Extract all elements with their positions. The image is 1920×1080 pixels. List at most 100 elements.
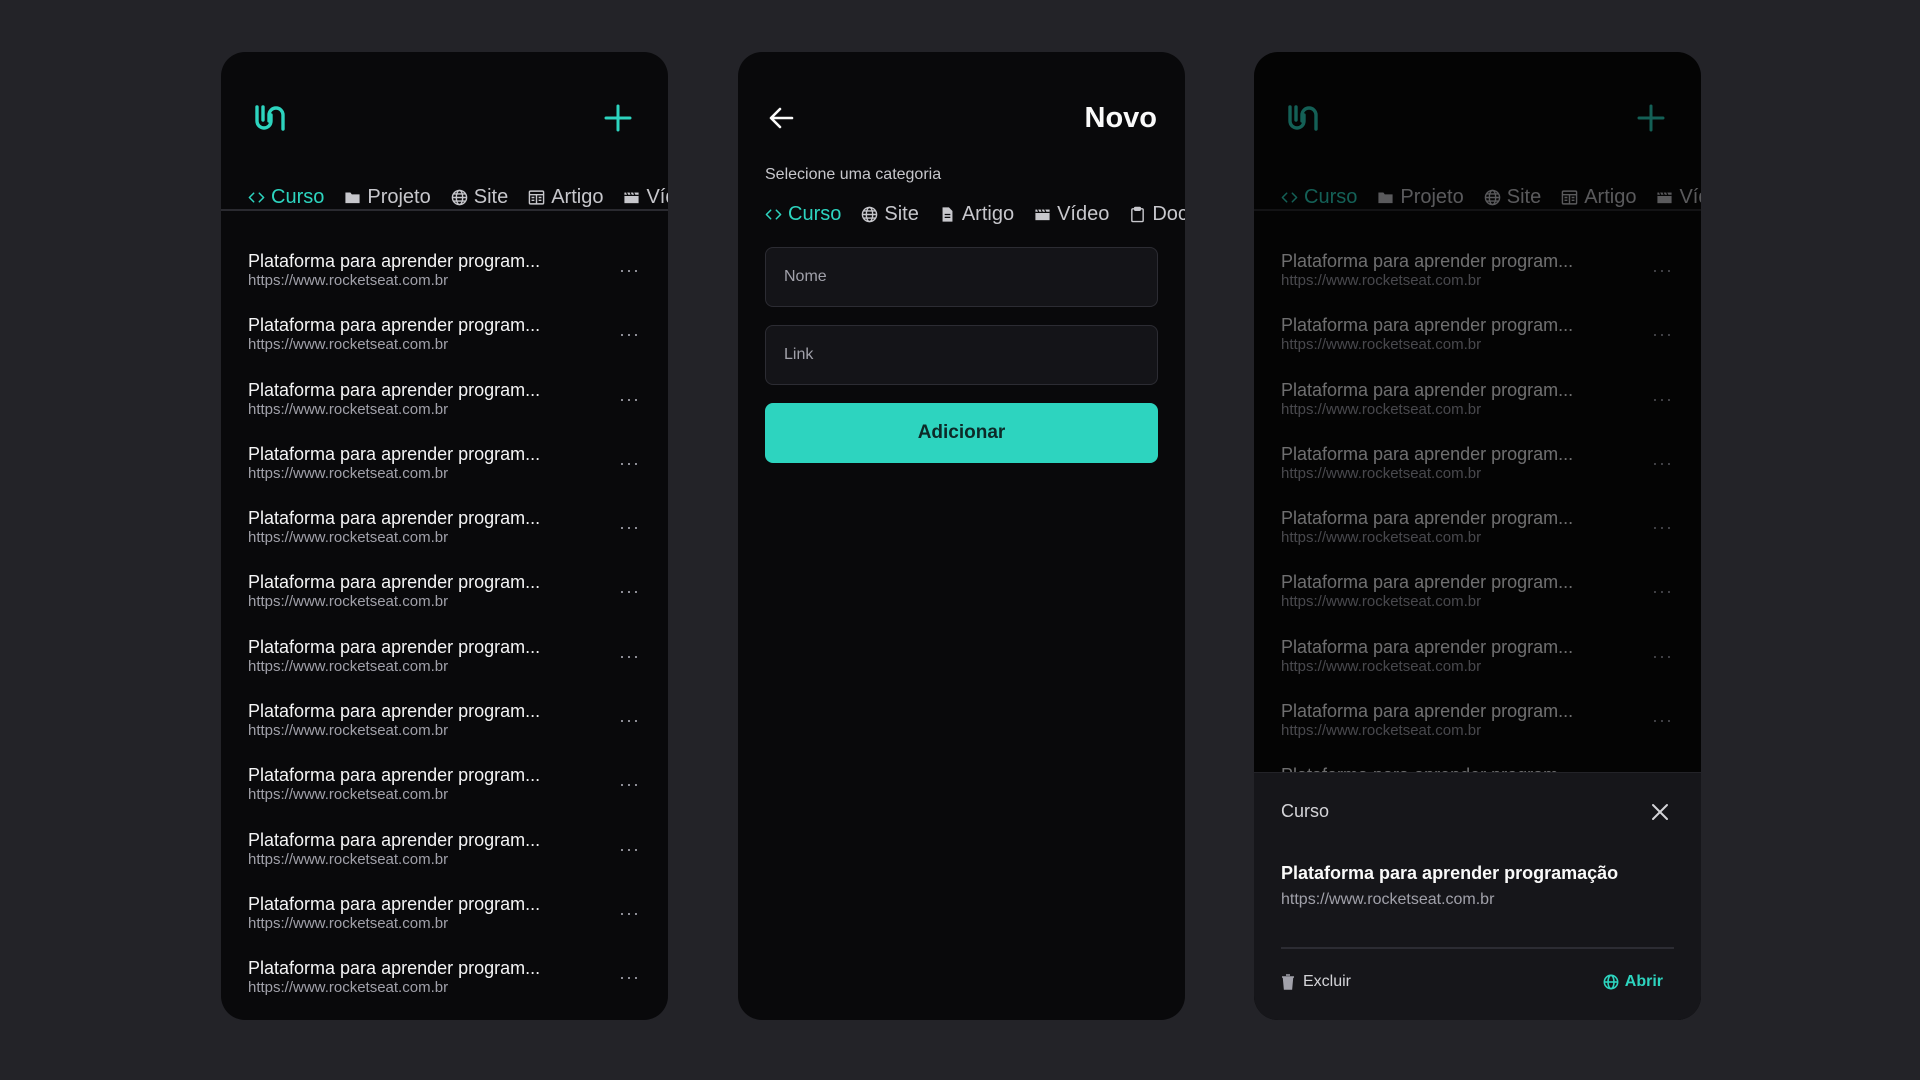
category-tab-curso[interactable]: Curso: [248, 186, 324, 209]
category-tabs: Curso Projeto Site Artigo Vídeo: [1281, 172, 1701, 222]
list-item[interactable]: Plataforma para aprender program...https…: [1254, 306, 1701, 370]
add-button[interactable]: Adicionar: [765, 403, 1158, 463]
back-arrow-icon[interactable]: [766, 102, 798, 134]
more-options-icon[interactable]: ···: [1652, 324, 1673, 345]
list-item[interactable]: Plataforma para aprender program...https…: [221, 371, 668, 435]
logo-icon: [252, 100, 288, 136]
more-options-icon[interactable]: ···: [619, 903, 640, 924]
list-item[interactable]: Plataforma para aprender program...https…: [1254, 563, 1701, 627]
code-icon: [765, 206, 782, 223]
list-item[interactable]: Plataforma para aprender program...https…: [1254, 242, 1701, 306]
list-item[interactable]: Plataforma para aprender program...https…: [221, 435, 668, 499]
globe-icon: [861, 206, 878, 223]
list-item[interactable]: Plataforma para aprender program...https…: [1254, 628, 1701, 692]
sheet-url: https://www.rocketseat.com.br: [1281, 891, 1495, 908]
list-item[interactable]: Plataforma para aprender program...https…: [1254, 435, 1701, 499]
category-tab-video[interactable]: Vídeo: [623, 186, 668, 209]
more-options-icon[interactable]: ···: [619, 581, 640, 602]
list-item[interactable]: Plataforma para aprender program...https…: [221, 885, 668, 949]
more-options-icon[interactable]: ···: [1652, 581, 1673, 602]
list-item[interactable]: Plataforma para aprender program...https…: [221, 306, 668, 370]
trash-icon: [1282, 974, 1294, 990]
header-divider: [1254, 209, 1701, 211]
code-icon: [1281, 189, 1298, 206]
globe-icon: [1603, 974, 1619, 990]
list-item[interactable]: Plataforma para aprender program...https…: [221, 949, 668, 1013]
more-options-icon[interactable]: ···: [619, 324, 640, 345]
folder-icon: [1377, 189, 1394, 206]
list-item[interactable]: Plataforma para aprender program...https…: [221, 499, 668, 563]
more-options-icon[interactable]: ···: [619, 453, 640, 474]
category-tab-site[interactable]: Site: [1484, 186, 1541, 209]
add-link-button[interactable]: [1633, 100, 1669, 136]
more-options-icon[interactable]: ···: [1652, 710, 1673, 731]
header-divider: [221, 209, 668, 211]
folder-icon: [344, 189, 361, 206]
more-options-icon[interactable]: ···: [619, 774, 640, 795]
page-title: Novo: [1084, 102, 1158, 134]
logo-icon: [1285, 100, 1321, 136]
links-list-screen: Curso Projeto Site Artigo Vídeo Platafor…: [221, 52, 668, 1020]
category-tab-projeto[interactable]: Projeto: [344, 186, 431, 209]
clapper-icon: [623, 189, 640, 206]
category-tab-artigo[interactable]: Artigo: [1561, 186, 1636, 209]
link-details-sheet: Curso Plataforma para aprender programaç…: [1254, 772, 1701, 1020]
category-option-site[interactable]: Site: [861, 203, 919, 226]
app-header: [1254, 52, 1701, 162]
more-options-icon[interactable]: ···: [619, 389, 640, 410]
more-options-icon[interactable]: ···: [619, 839, 640, 860]
sheet-category: Curso: [1281, 801, 1330, 821]
more-options-icon[interactable]: ···: [619, 710, 640, 731]
sheet-title: Plataforma para aprender programação: [1281, 863, 1619, 883]
more-options-icon[interactable]: ···: [1652, 646, 1673, 667]
category-tabs: Curso Projeto Site Artigo Vídeo: [248, 172, 668, 222]
globe-icon: [1484, 189, 1501, 206]
add-link-button[interactable]: [600, 100, 636, 136]
more-options-icon[interactable]: ···: [1652, 389, 1673, 410]
globe-icon: [451, 189, 468, 206]
category-tab-site[interactable]: Site: [451, 186, 508, 209]
category-tab-artigo[interactable]: Artigo: [528, 186, 603, 209]
more-options-icon[interactable]: ···: [619, 517, 640, 538]
more-options-icon[interactable]: ···: [1652, 453, 1673, 474]
list-item[interactable]: Plataforma para aprender program...https…: [1254, 499, 1701, 563]
category-select-label: Selecione uma categoria: [765, 166, 942, 183]
list-item[interactable]: Plataforma para aprender program...https…: [221, 242, 668, 306]
open-button[interactable]: Abrir: [1603, 973, 1663, 991]
clapper-icon: [1656, 189, 1673, 206]
code-icon: [248, 189, 265, 206]
list-item[interactable]: Plataforma para aprender program...https…: [221, 821, 668, 885]
app-header: [221, 52, 668, 162]
category-option-curso[interactable]: Curso: [765, 203, 841, 226]
category-option-documentacao[interactable]: Documentação: [1129, 203, 1185, 226]
category-option-artigo[interactable]: Artigo: [939, 203, 1014, 226]
delete-button[interactable]: Excluir: [1281, 973, 1351, 991]
more-options-icon[interactable]: ···: [1652, 517, 1673, 538]
clipboard-icon: [1129, 206, 1146, 223]
category-tab-video[interactable]: Vídeo: [1656, 186, 1701, 209]
category-option-video[interactable]: Vídeo: [1034, 203, 1109, 226]
more-options-icon[interactable]: ···: [619, 967, 640, 988]
links-list: Plataforma para aprender program... https…: [221, 242, 668, 1020]
newspaper-icon: [528, 189, 545, 206]
list-item[interactable]: Plataforma para aprender program...https…: [221, 756, 668, 820]
list-item[interactable]: Plataforma para aprender program...https…: [221, 692, 668, 756]
category-selector: Curso Site Artigo Vídeo Documentação: [765, 194, 1185, 234]
link-details-screen: Curso Projeto Site Artigo Vídeo Platafor…: [1254, 52, 1701, 1020]
link-input[interactable]: [765, 325, 1158, 385]
list-item[interactable]: Plataforma para aprender program...https…: [221, 628, 668, 692]
category-tab-curso[interactable]: Curso: [1281, 186, 1357, 209]
list-item[interactable]: Plataforma para aprender program...https…: [221, 563, 668, 627]
list-item[interactable]: Plataforma para aprender program...https…: [1254, 371, 1701, 435]
clapper-icon: [1034, 206, 1051, 223]
list-item[interactable]: Plataforma para aprender program...https…: [1254, 692, 1701, 756]
more-options-icon[interactable]: ···: [619, 260, 640, 281]
name-input[interactable]: [765, 247, 1158, 307]
more-options-icon[interactable]: ···: [1652, 260, 1673, 281]
document-icon: [939, 206, 956, 223]
new-link-screen: Novo Selecione uma categoria Curso Site …: [738, 52, 1185, 1020]
close-icon[interactable]: [1649, 801, 1671, 823]
more-options-icon[interactable]: ···: [619, 646, 640, 667]
category-tab-projeto[interactable]: Projeto: [1377, 186, 1464, 209]
sheet-divider: [1281, 947, 1674, 949]
